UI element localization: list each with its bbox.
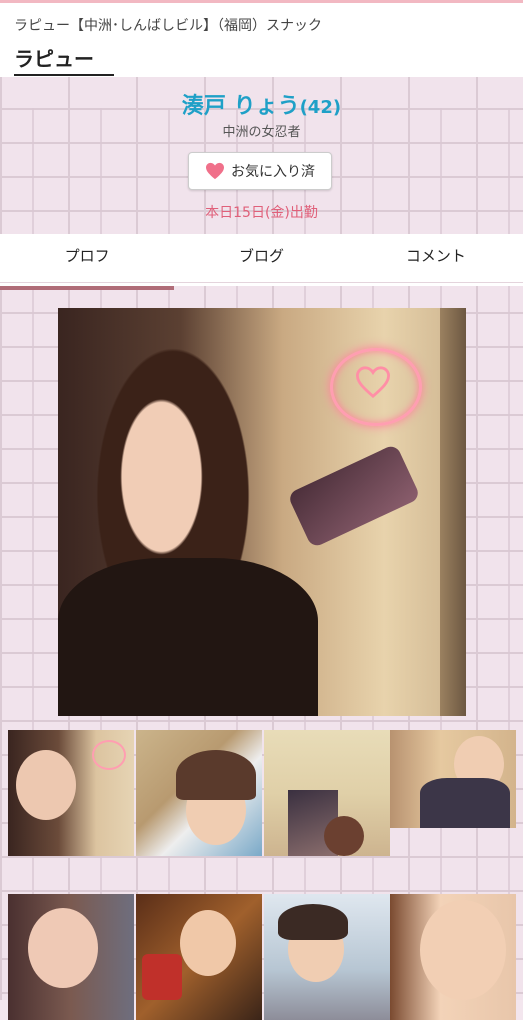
favorite-label: お気に入り済 <box>231 164 315 180</box>
profile-section: 湊戸 りょう(42) 中洲の女忍者 お気に入り済 本日15日(金)出勤 <box>0 74 523 234</box>
main-photo[interactable] <box>58 308 466 716</box>
cast-name: 湊戸 りょう <box>181 94 300 119</box>
thumbnail-8[interactable] <box>390 894 516 1020</box>
thumbnail-2[interactable] <box>136 730 262 856</box>
favorite-button[interactable]: お気に入り済 <box>188 152 332 190</box>
thumbnail-6[interactable] <box>136 894 262 1020</box>
tab-divider <box>0 282 523 283</box>
tab-profile[interactable]: プロフ <box>0 234 175 290</box>
tab-blog[interactable]: ブログ <box>174 234 348 286</box>
breadcrumb[interactable]: ラピュー【中洲･しんばしビル】（福岡）スナック <box>14 15 322 35</box>
thumbnail-4[interactable] <box>390 730 516 828</box>
tab-bar: プロフ ブログ コメント <box>0 234 523 290</box>
shift-info: 本日15日(金)出勤 <box>205 205 318 221</box>
thumbnail-3[interactable] <box>264 730 390 856</box>
thumbnail-5[interactable] <box>8 894 134 1020</box>
cast-age: (42) <box>299 97 342 118</box>
catchphrase: 中洲の女忍者 <box>222 125 301 140</box>
shop-title[interactable]: ラピュー <box>14 43 114 76</box>
header: ラピュー【中洲･しんばしビル】（福岡）スナック ラピュー <box>0 0 523 77</box>
heart-icon <box>206 162 224 180</box>
neon-heart-icon <box>356 366 390 398</box>
thumbnail-1[interactable] <box>8 730 134 856</box>
name-row: 湊戸 りょう(42) <box>0 88 523 120</box>
tab-comment[interactable]: コメント <box>349 234 523 286</box>
thumbnail-7[interactable] <box>264 894 390 1020</box>
